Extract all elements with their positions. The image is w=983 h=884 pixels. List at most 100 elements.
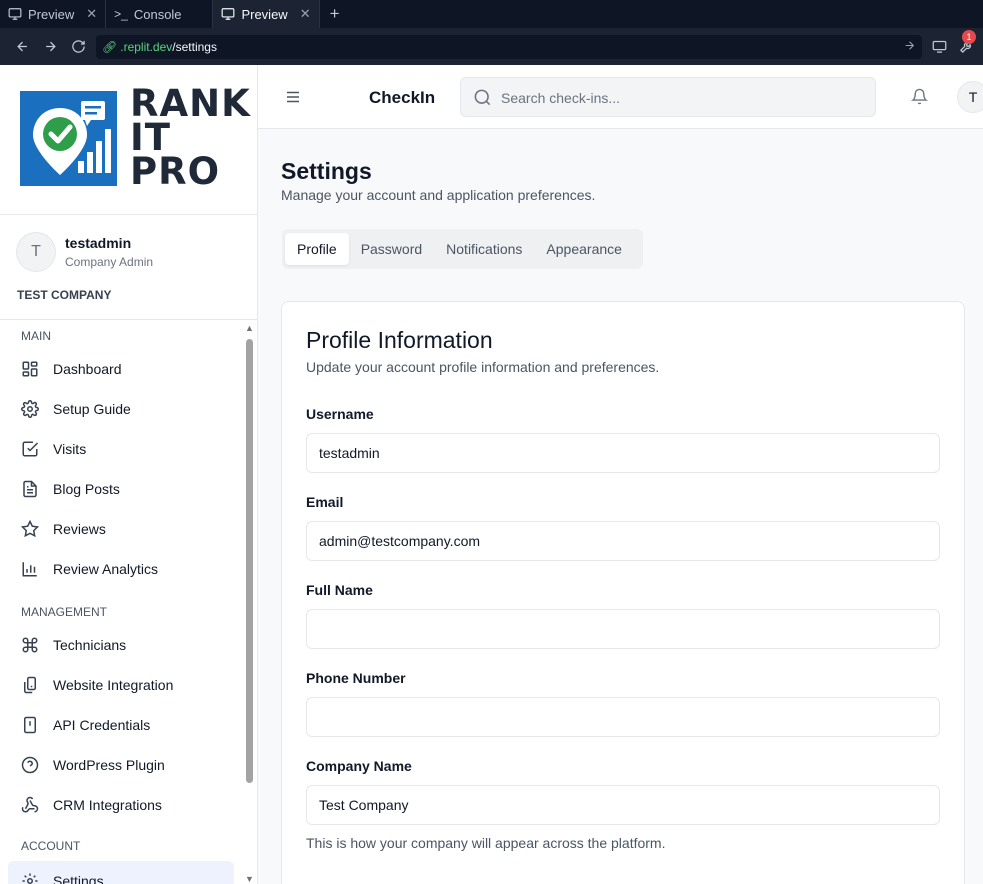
company-name-field[interactable] — [306, 785, 940, 825]
search-input[interactable] — [501, 87, 861, 109]
sidebar-item-visits[interactable]: Visits — [0, 429, 242, 469]
app-name: CheckIn — [369, 88, 436, 107]
scroll-thumb[interactable] — [246, 339, 253, 783]
sidebar-item-technicians[interactable]: Technicians — [0, 625, 242, 665]
page-subtitle: Manage your account and application pref… — [281, 187, 596, 203]
back-button[interactable] — [8, 39, 36, 54]
nav-section-title: MAIN — [21, 329, 51, 343]
sidebar-item-reviews[interactable]: Reviews — [0, 509, 242, 549]
bar-chart-icon — [22, 562, 37, 577]
email-label: Email — [306, 494, 344, 510]
sidebar-item-wordpress-plugin[interactable]: WordPress Plugin — [0, 745, 242, 785]
top-header: CheckIn T — [258, 65, 983, 129]
sidebar-item-label: API Credentials — [53, 717, 151, 733]
tab-password[interactable]: Password — [349, 233, 434, 265]
close-icon[interactable]: ✕ — [300, 6, 311, 22]
username-field[interactable] — [306, 433, 940, 473]
reload-button[interactable] — [64, 39, 92, 54]
sidebar: RANK IT PRO T testadmin Company Admin TE… — [0, 65, 258, 884]
star-icon — [21, 520, 39, 538]
browser-tab-console[interactable]: >_ Console ✕ — [106, 0, 214, 28]
scroll-down-arrow-icon[interactable]: ▼ — [244, 874, 255, 884]
sidebar-item-setup-guide[interactable]: Setup Guide — [0, 389, 242, 429]
sidebar-item-label: Blog Posts — [53, 481, 120, 497]
user-profile: T testadmin Company Admin TEST COMPANY — [0, 215, 257, 320]
browser-tab-preview-1[interactable]: Preview ✕ — [0, 0, 107, 28]
arrow-left-icon — [16, 41, 27, 52]
link-icon: 🔗︎ — [102, 39, 118, 54]
email-field[interactable] — [306, 521, 940, 561]
webhook-icon — [21, 796, 39, 813]
monitor-icon — [8, 8, 22, 20]
devices-icon[interactable] — [932, 39, 947, 54]
sidebar-nav: MAIN Dashboard Setup Guide Visits Blog P… — [0, 321, 242, 884]
sidebar-item-label: Visits — [53, 441, 87, 457]
browser-tab-label: Preview — [241, 6, 288, 22]
search-box — [460, 77, 876, 117]
sidebar-item-crm-integrations[interactable]: CRM Integrations — [0, 785, 242, 825]
card-subtitle: Update your account profile information … — [306, 359, 660, 375]
gear-icon — [21, 400, 39, 418]
devices-icon — [24, 676, 36, 694]
sidebar-scrollbar[interactable]: ▲ ▼ — [243, 321, 257, 884]
full-name-label: Full Name — [306, 582, 373, 598]
monitor-icon — [222, 8, 235, 20]
nav-section-title: ACCOUNT — [21, 839, 81, 853]
sidebar-item-review-analytics[interactable]: Review Analytics — [0, 549, 242, 589]
sidebar-item-label: Website Integration — [53, 677, 174, 693]
forward-button[interactable] — [36, 39, 64, 54]
phone-field[interactable] — [306, 697, 940, 737]
logo-area: RANK IT PRO — [0, 65, 257, 215]
logo-text: RANK IT PRO — [130, 85, 251, 193]
phone-label: Phone Number — [306, 670, 406, 686]
sidebar-item-label: CRM Integrations — [53, 797, 162, 813]
help-circle-icon — [21, 756, 39, 774]
sidebar-item-dashboard[interactable]: Dashboard — [0, 349, 242, 389]
browser-url-bar: 🔗︎ .replit.dev/settings 1 — [0, 28, 983, 65]
checkbox-icon — [22, 441, 39, 457]
logo-line: PRO — [130, 150, 221, 193]
sidebar-item-settings[interactable]: Settings — [8, 861, 234, 884]
url-field[interactable]: 🔗︎ .replit.dev/settings — [96, 34, 922, 59]
sidebar-item-website-integration[interactable]: Website Integration — [0, 665, 242, 705]
notification-badge: 1 — [962, 30, 976, 44]
tab-profile[interactable]: Profile — [285, 233, 349, 265]
notifications-button[interactable] — [910, 88, 929, 110]
sidebar-item-label: Reviews — [53, 521, 106, 537]
avatar[interactable]: T — [16, 232, 56, 272]
page-title: Settings — [281, 158, 372, 184]
card-title: Profile Information — [306, 327, 493, 353]
new-tab-button[interactable]: + — [320, 4, 350, 24]
url-path: /settings — [172, 39, 217, 54]
user-role: Company Admin — [65, 255, 154, 269]
user-name: testadmin — [65, 235, 132, 251]
nav-section-title: MANAGEMENT — [21, 605, 108, 619]
company-name-help: This is how your company will appear acr… — [306, 835, 666, 851]
document-icon — [23, 480, 37, 498]
reload-icon — [71, 40, 85, 53]
browser-tab-label: Preview — [28, 6, 75, 22]
terminal-icon: >_ — [114, 7, 128, 21]
go-button[interactable] — [903, 39, 916, 55]
url-host: .replit.dev — [120, 39, 173, 54]
tab-appearance[interactable]: Appearance — [534, 233, 634, 265]
tab-notifications[interactable]: Notifications — [434, 233, 534, 265]
sidebar-item-label: Technicians — [53, 637, 127, 653]
avatar[interactable]: T — [957, 81, 983, 113]
sidebar-item-label: Dashboard — [53, 361, 122, 377]
alert-file-icon — [24, 716, 36, 734]
command-icon — [22, 637, 38, 653]
browser-tab-preview-2[interactable]: Preview ✕ — [213, 0, 320, 28]
sidebar-item-api-credentials[interactable]: API Credentials — [0, 705, 242, 745]
scroll-up-arrow-icon[interactable]: ▲ — [244, 323, 255, 333]
search-icon — [474, 89, 491, 106]
full-name-field[interactable] — [306, 609, 940, 649]
sidebar-item-label: Setup Guide — [53, 401, 131, 417]
sidebar-item-blog-posts[interactable]: Blog Posts — [0, 469, 242, 509]
menu-toggle-button[interactable] — [284, 88, 302, 111]
sidebar-item-label: WordPress Plugin — [53, 757, 165, 773]
close-icon[interactable]: ✕ — [86, 6, 97, 22]
company-name: TEST COMPANY — [17, 288, 112, 302]
dashboard-icon — [22, 361, 38, 377]
username-label: Username — [306, 406, 374, 422]
